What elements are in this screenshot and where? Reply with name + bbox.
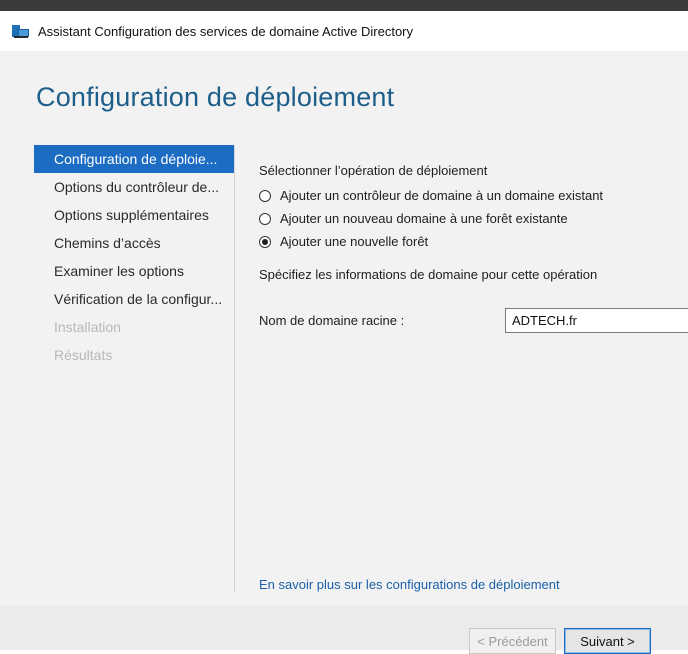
- server-roles-icon: [12, 24, 30, 38]
- domain-info-label: Spécifiez les informations de domaine po…: [259, 267, 598, 282]
- root-domain-input[interactable]: [505, 308, 688, 333]
- window-title: Assistant Configuration des services de …: [38, 23, 414, 39]
- deployment-panel: Sélectionner l’opération de déploiement …: [259, 163, 688, 333]
- wizard-footer: < Précédent Suivant >: [0, 606, 688, 654]
- radio-label-add-forest[interactable]: Ajouter une nouvelle forêt: [280, 234, 428, 249]
- sidebar-item-options-controleur[interactable]: Options du contrôleur de...: [34, 173, 234, 201]
- radio-label-add-domain[interactable]: Ajouter un nouveau domaine à une forêt e…: [280, 211, 568, 226]
- wizard-body: Configuration de déploiement Configurati…: [0, 51, 688, 606]
- page-title: Configuration de déploiement: [36, 82, 395, 112]
- root-domain-label: Nom de domaine racine :: [259, 313, 405, 328]
- top-frame-strip: [0, 0, 688, 11]
- sidebar-item-verification-configuration[interactable]: Vérification de la configur...: [34, 285, 234, 313]
- sidebar-item-installation: Installation: [54, 319, 121, 335]
- previous-button[interactable]: < Précédent: [469, 628, 556, 654]
- wizard-steps-sidebar: Configuration de déploie... Options du c…: [34, 145, 234, 369]
- radio-option-add-new-forest[interactable]: Ajouter une nouvelle forêt: [259, 230, 688, 253]
- radio-option-add-domain-existing-forest[interactable]: Ajouter un nouveau domaine à une forêt e…: [259, 207, 688, 230]
- sidebar-item-examiner-options[interactable]: Examiner les options: [34, 257, 234, 285]
- title-bar: Assistant Configuration des services de …: [0, 11, 688, 51]
- radio-button-add-dc[interactable]: [259, 189, 271, 202]
- sidebar-item-configuration-deploiement[interactable]: Configuration de déploie...: [34, 145, 234, 173]
- sidebar-item-options-supplementaires[interactable]: Options supplémentaires: [34, 201, 234, 229]
- radio-label-add-dc[interactable]: Ajouter un contrôleur de domaine à un do…: [280, 188, 603, 203]
- sidebar-divider: [234, 145, 235, 593]
- sidebar-item-chemins-acces[interactable]: Chemins d’accès: [34, 229, 234, 257]
- deployment-operation-label: Sélectionner l’opération de déploiement: [259, 163, 488, 178]
- root-domain-row: Nom de domaine racine :: [259, 308, 688, 334]
- radio-option-add-dc-existing-domain[interactable]: Ajouter un contrôleur de domaine à un do…: [259, 184, 688, 207]
- radio-button-add-domain[interactable]: [259, 212, 271, 225]
- sidebar-item-resultats: Résultats: [54, 347, 113, 363]
- learn-more-link[interactable]: En savoir plus sur les configurations de…: [259, 577, 560, 592]
- radio-button-add-forest[interactable]: [259, 235, 271, 248]
- next-button[interactable]: Suivant >: [564, 628, 651, 654]
